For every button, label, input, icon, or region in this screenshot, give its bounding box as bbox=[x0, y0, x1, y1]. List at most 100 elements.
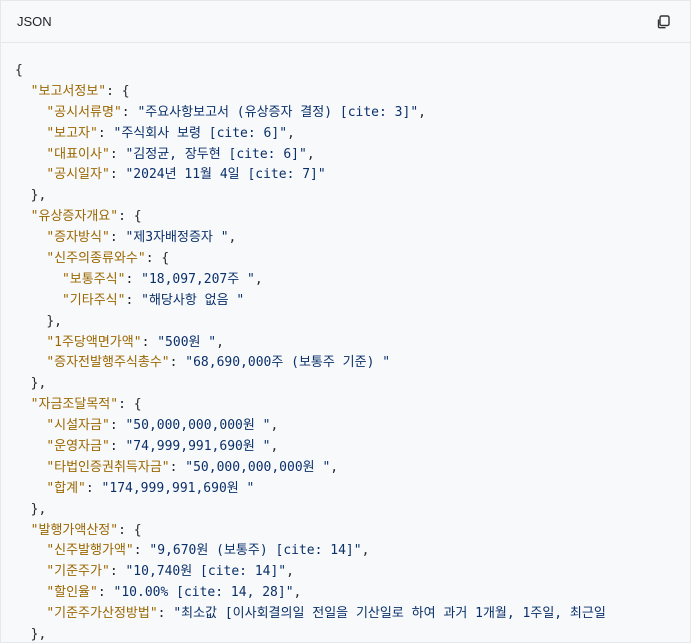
code-line: "대표이사": "김정균, 장두현 [cite: 6]", bbox=[15, 145, 690, 166]
code-line: "공시서류명": "주요사항보고서 (유상증자 결정) [cite: 3]", bbox=[15, 103, 690, 124]
code-line: "운영자금": "74,999,991,690원 ", bbox=[15, 437, 690, 458]
json-key: "기준주가산정방법" bbox=[46, 606, 158, 622]
code-line: "보통주식": "18,097,207주 ", bbox=[15, 270, 690, 291]
json-punctuation: , bbox=[270, 439, 279, 455]
json-key: "타법인증권취득자금" bbox=[46, 459, 170, 475]
code-line: }, bbox=[15, 186, 690, 207]
json-separator: : bbox=[133, 543, 150, 559]
copy-button[interactable] bbox=[652, 11, 674, 33]
json-punctuation: : { bbox=[145, 251, 170, 267]
json-punctuation: : { bbox=[118, 397, 142, 413]
json-key: "시설자금" bbox=[46, 418, 110, 434]
json-punctuation: , bbox=[254, 271, 263, 287]
json-punctuation: , bbox=[287, 125, 295, 141]
json-key: "발행가액산정" bbox=[30, 522, 119, 538]
json-key: "공시서류명" bbox=[46, 104, 122, 120]
json-key: "보고자" bbox=[46, 125, 98, 141]
json-separator: : bbox=[169, 459, 186, 475]
json-separator: : bbox=[109, 230, 126, 246]
code-line: "기준주가산정방법": "최소값 [이사회결의일 전일을 기산일로 하여 과거 … bbox=[15, 604, 690, 625]
json-separator: : bbox=[157, 606, 174, 622]
json-key: "증자방식" bbox=[46, 230, 110, 246]
json-separator: : bbox=[141, 334, 158, 350]
code-line: "할인율": "10.00% [cite: 14, 28]", bbox=[15, 583, 690, 604]
json-string-value: "최소값 [이사회결의일 전일을 기산일로 하여 과거 1개월, 1주일, 최근… bbox=[173, 606, 606, 622]
json-string-value: "68,690,000주 (보통주 기준) " bbox=[185, 355, 391, 371]
json-string-value: "김정균, 장두현 [cite: 6]" bbox=[125, 146, 307, 162]
copy-icon bbox=[657, 14, 670, 28]
json-punctuation: , bbox=[293, 585, 302, 601]
code-block-header: JSON bbox=[1, 1, 690, 43]
json-punctuation: }, bbox=[30, 376, 47, 392]
code-line: }, bbox=[15, 500, 690, 521]
json-string-value: "10,740원 [cite: 14]" bbox=[125, 564, 287, 580]
json-punctuation: : { bbox=[118, 209, 142, 225]
json-punctuation: : { bbox=[118, 522, 142, 538]
json-key: "기준주가" bbox=[46, 564, 110, 580]
json-separator: : bbox=[169, 355, 186, 371]
code-line: "증자방식": "제3자배정증자 ", bbox=[15, 228, 690, 249]
json-string-value: "74,999,991,690원 " bbox=[125, 439, 271, 455]
code-line: "유상증자개요": { bbox=[15, 207, 690, 228]
json-punctuation: }, bbox=[30, 188, 47, 204]
code-line: "증자전발행주식총수": "68,690,000주 (보통주 기준) " bbox=[15, 353, 690, 374]
code-line: }, bbox=[15, 625, 690, 643]
json-punctuation: , bbox=[216, 334, 224, 350]
code-line: "보고서정보": { bbox=[15, 82, 690, 103]
code-line: "보고자": "주식회사 보령 [cite: 6]", bbox=[15, 124, 690, 145]
json-key: "합계" bbox=[46, 480, 86, 496]
json-punctuation: , bbox=[228, 230, 237, 246]
code-line: "발행가액산정": { bbox=[15, 521, 690, 542]
json-separator: : bbox=[109, 146, 126, 162]
json-separator: : bbox=[97, 125, 114, 141]
json-punctuation: , bbox=[330, 459, 339, 475]
code-line: "신주발행가액": "9,670원 (보통주) [cite: 14]", bbox=[15, 541, 690, 562]
code-line: "시설자금": "50,000,000,000원 ", bbox=[15, 416, 690, 437]
code-line: "공시일자": "2024년 11월 4일 [cite: 7]" bbox=[15, 165, 690, 186]
json-punctuation: , bbox=[306, 146, 315, 162]
json-string-value: "18,097,207주 " bbox=[141, 271, 255, 287]
json-key: "보통주식" bbox=[61, 271, 126, 287]
json-separator: : bbox=[97, 585, 114, 601]
json-punctuation: }, bbox=[46, 313, 62, 329]
code-line: }, bbox=[15, 312, 690, 333]
json-string-value: "해당사항 없음 " bbox=[141, 292, 245, 308]
json-key: "할인율" bbox=[46, 585, 98, 601]
json-separator: : bbox=[85, 480, 102, 496]
json-string-value: "500원 " bbox=[157, 334, 217, 350]
json-punctuation: }, bbox=[30, 627, 47, 643]
json-key: "신주발행가액" bbox=[46, 543, 134, 559]
json-separator: : bbox=[121, 104, 138, 120]
json-key: "보고서정보" bbox=[30, 83, 107, 99]
json-punctuation: , bbox=[361, 543, 370, 559]
json-string-value: "주요사항보고서 (유상증자 결정) [cite: 3]" bbox=[137, 104, 419, 120]
code-line: "1주당액면가액": "500원 ", bbox=[15, 333, 690, 354]
json-string-value: "10.00% [cite: 14, 28]" bbox=[113, 585, 294, 601]
